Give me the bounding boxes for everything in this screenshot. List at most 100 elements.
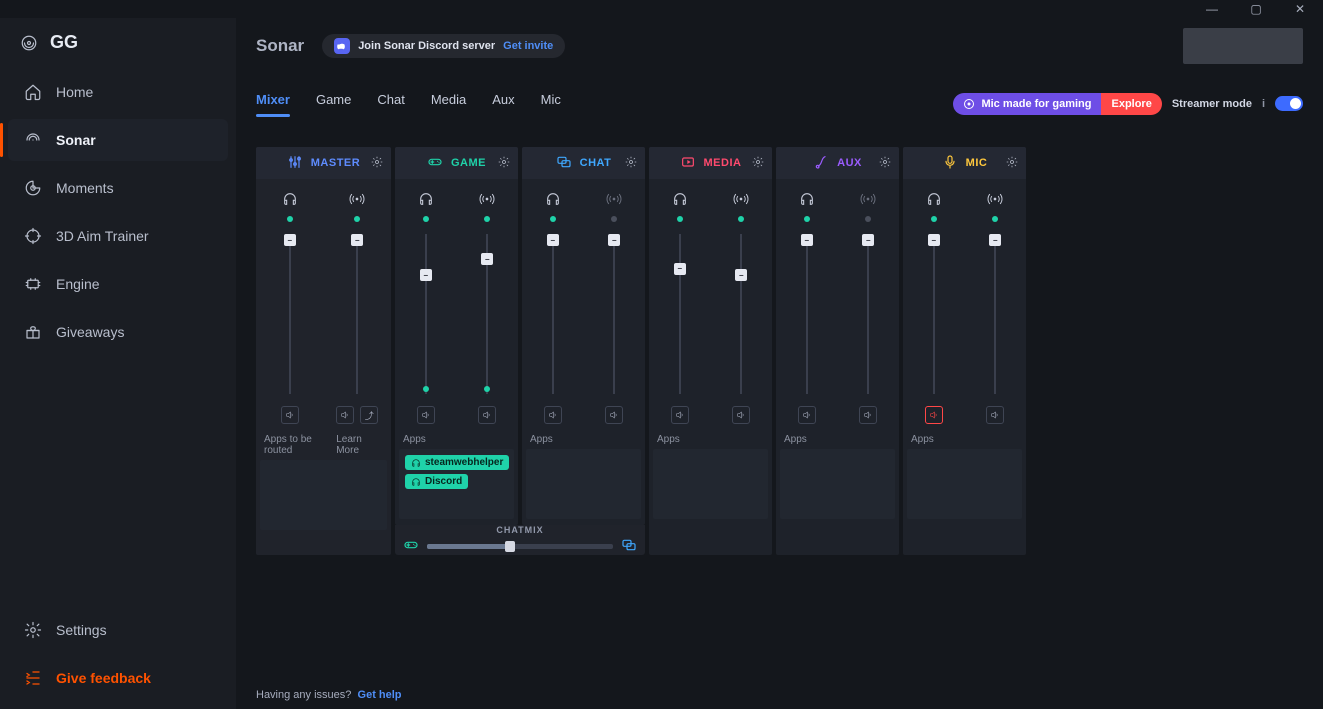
window-titlebar: — ▢ ✕: [0, 0, 1323, 18]
sidebar-item-label: 3D Aim Trainer: [56, 228, 149, 244]
mute-button[interactable]: [478, 406, 496, 424]
brand-logo[interactable]: GG: [0, 26, 236, 71]
footer-help-link[interactable]: Get help: [358, 689, 402, 701]
volume-fader[interactable]: −: [425, 234, 427, 394]
footer-help-text: Having any issues?: [256, 689, 351, 701]
mute-button[interactable]: [859, 406, 877, 424]
volume-fader[interactable]: −: [552, 234, 554, 394]
channel-body: −−: [903, 179, 1026, 434]
volume-fader[interactable]: −: [867, 234, 869, 394]
sidebar-item-3d-aim-trainer[interactable]: 3D Aim Trainer: [8, 215, 228, 257]
monitor-toggle-button[interactable]: ⤴: [360, 406, 378, 424]
sonar-icon: [24, 131, 42, 149]
apps-dropzone[interactable]: [653, 449, 768, 519]
fader-column: −: [584, 191, 646, 424]
channel-settings-button[interactable]: [625, 156, 637, 171]
streamer-mode-toggle[interactable]: [1275, 96, 1303, 111]
sidebar-item-moments[interactable]: Moments: [8, 167, 228, 209]
volume-fader[interactable]: −: [740, 234, 742, 394]
volume-fader[interactable]: −: [486, 234, 488, 394]
sidebar-item-engine[interactable]: Engine: [8, 263, 228, 305]
volume-fader[interactable]: −: [356, 234, 358, 394]
streamer-mode-label: Streamer mode: [1172, 98, 1252, 110]
discord-invite-link[interactable]: Get invite: [503, 40, 553, 52]
apps-header: Apps to be routedLearn More: [256, 434, 391, 460]
sidebar-item-label: Home: [56, 84, 93, 100]
fader-column: −: [776, 191, 838, 424]
channel-header: MEDIA: [649, 147, 772, 179]
fader-handle[interactable]: −: [674, 263, 686, 275]
fader-handle[interactable]: −: [989, 234, 1001, 246]
apps-dropzone[interactable]: >steamwebhelper >Discord: [399, 449, 514, 519]
tab-game[interactable]: Game: [316, 92, 351, 115]
mute-button[interactable]: [336, 406, 354, 424]
header-search-box[interactable]: [1183, 28, 1303, 64]
promo-pill[interactable]: Mic made for gaming Explore: [953, 93, 1161, 115]
app-chip[interactable]: >steamwebhelper: [405, 455, 509, 470]
tab-mic[interactable]: Mic: [541, 92, 561, 115]
channel-name-label: MASTER: [311, 157, 360, 169]
fader-handle[interactable]: −: [481, 253, 493, 265]
tab-aux[interactable]: Aux: [492, 92, 514, 115]
fader-handle[interactable]: −: [351, 234, 363, 246]
window-maximize-button[interactable]: ▢: [1243, 2, 1269, 16]
fader-handle[interactable]: −: [547, 234, 559, 246]
sidebar-item-sonar[interactable]: Sonar: [8, 119, 228, 161]
fader-handle[interactable]: −: [801, 234, 813, 246]
channel-icon: [427, 154, 443, 173]
info-icon[interactable]: i: [1262, 98, 1265, 110]
mute-button[interactable]: [732, 406, 750, 424]
mute-button[interactable]: [986, 406, 1004, 424]
fader-column: −: [457, 191, 519, 424]
mute-button[interactable]: [544, 406, 562, 424]
apps-header-label: Apps: [911, 434, 934, 445]
tab-mixer[interactable]: Mixer: [256, 92, 290, 115]
apps-dropzone[interactable]: [780, 449, 895, 519]
volume-fader[interactable]: −: [806, 234, 808, 394]
volume-fader[interactable]: −: [613, 234, 615, 394]
channel-settings-button[interactable]: [371, 156, 383, 171]
fader-column: −: [711, 191, 773, 424]
sidebar-item-giveaways[interactable]: Giveaways: [8, 311, 228, 353]
apps-dropzone[interactable]: [260, 460, 387, 530]
mute-button[interactable]: [798, 406, 816, 424]
mute-button[interactable]: [925, 406, 943, 424]
window-minimize-button[interactable]: —: [1199, 2, 1225, 16]
mute-button[interactable]: [417, 406, 435, 424]
channel-settings-button[interactable]: [1006, 156, 1018, 171]
app-chip[interactable]: >Discord: [405, 474, 468, 489]
fader-handle[interactable]: −: [735, 269, 747, 281]
volume-fader[interactable]: −: [994, 234, 996, 394]
fader-handle[interactable]: −: [608, 234, 620, 246]
sidebar-item-settings[interactable]: Settings: [8, 609, 228, 651]
channel-chat: CHAT−−Apps: [522, 147, 645, 525]
volume-fader[interactable]: −: [289, 234, 291, 394]
mute-button[interactable]: [671, 406, 689, 424]
mute-button[interactable]: [605, 406, 623, 424]
discord-invite-pill[interactable]: Join Sonar Discord server Get invite: [322, 34, 565, 58]
channel-settings-button[interactable]: [752, 156, 764, 171]
tab-chat[interactable]: Chat: [377, 92, 404, 115]
volume-fader[interactable]: −: [679, 234, 681, 394]
volume-fader[interactable]: −: [933, 234, 935, 394]
headphones-icon: [282, 191, 298, 210]
chatmix-thumb[interactable]: [505, 541, 515, 552]
mute-button[interactable]: [281, 406, 299, 424]
fader-handle[interactable]: −: [284, 234, 296, 246]
fader-handle[interactable]: −: [420, 269, 432, 281]
sidebar-item-feedback[interactable]: Give feedback: [8, 657, 228, 699]
chatmix-game-icon: [403, 537, 419, 555]
chatmix-slider[interactable]: [427, 544, 613, 549]
fader-handle[interactable]: −: [928, 234, 940, 246]
window-close-button[interactable]: ✕: [1287, 2, 1313, 16]
channel-settings-button[interactable]: [498, 156, 510, 171]
apps-dropzone[interactable]: [907, 449, 1022, 519]
moments-icon: [24, 179, 42, 197]
apps-dropzone[interactable]: [526, 449, 641, 519]
learn-more-link[interactable]: Learn More: [336, 434, 383, 456]
sidebar-item-home[interactable]: Home: [8, 71, 228, 113]
tab-media[interactable]: Media: [431, 92, 466, 115]
fader-handle[interactable]: −: [862, 234, 874, 246]
gift-icon: [24, 323, 42, 341]
channel-settings-button[interactable]: [879, 156, 891, 171]
